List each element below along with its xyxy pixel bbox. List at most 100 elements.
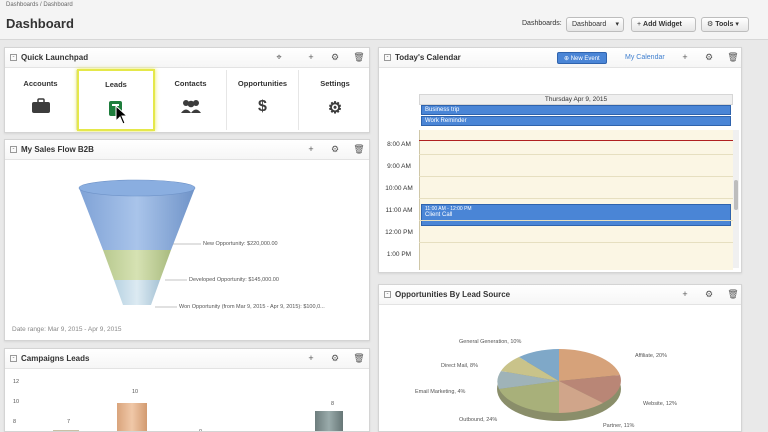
- add-widget-label: Add Widget: [643, 21, 682, 28]
- launchpad-accounts[interactable]: Accounts: [5, 70, 77, 130]
- my-calendar-link[interactable]: My Calendar: [619, 52, 671, 64]
- launchpad-opportunities[interactable]: Opportunities $: [227, 70, 299, 130]
- plus-icon: +: [637, 21, 642, 28]
- collapse-icon[interactable]: -: [10, 355, 17, 362]
- event-title: Client Call: [425, 212, 453, 218]
- funnel-top: [78, 179, 196, 197]
- day-header-label: Thursday Apr 9, 2015: [544, 96, 608, 103]
- calendar-event[interactable]: 11:00 AM - 12:00 PM Client Call: [421, 204, 731, 226]
- calendar-panel: - Today's Calendar ⊕ New Event My Calend…: [378, 47, 742, 273]
- plus-icon[interactable]: +: [679, 289, 691, 299]
- pie-label: Website, 12%: [643, 401, 677, 407]
- panel-title: My Sales Flow B2B: [21, 145, 94, 154]
- launchpad-settings[interactable]: Settings ⚙: [299, 70, 369, 130]
- collapse-icon[interactable]: -: [384, 291, 391, 298]
- bar-value-label: 10: [132, 389, 139, 395]
- trash-icon[interactable]: 🗑: [353, 52, 365, 63]
- date-range: Date range: Mar 9, 2015 - Apr 9, 2015: [12, 326, 122, 333]
- new-event-label: New Event: [570, 56, 600, 62]
- funnel-stage-new: [79, 188, 195, 250]
- funnel-label: Developed Opportunity: $145,000.00: [189, 277, 279, 283]
- now-line: [419, 140, 733, 141]
- plus-icon[interactable]: +: [679, 52, 691, 62]
- tools-button[interactable]: ⚙ Tools ▾: [701, 17, 749, 32]
- gears-icon: ⚙: [327, 100, 343, 117]
- panel-header: - Campaigns Leads + ⚙ 🗑: [5, 349, 369, 369]
- panel-header: - Today's Calendar ⊕ New Event My Calend…: [379, 48, 741, 68]
- panel-title: Campaigns Leads: [21, 354, 90, 363]
- y-tick: 10: [13, 399, 20, 405]
- hour-label: 12:00 PM: [385, 229, 413, 236]
- gear-icon[interactable]: ⚙: [703, 289, 715, 300]
- launchpad-label: Contacts: [174, 79, 207, 88]
- gear-icon[interactable]: ⚙: [329, 144, 341, 155]
- launchpad-label: Accounts: [23, 79, 58, 88]
- scrollbar-thumb[interactable]: [734, 180, 738, 210]
- dashboard-select[interactable]: Dashboard ▾: [566, 17, 624, 32]
- trash-icon[interactable]: 🗑: [353, 353, 365, 364]
- hour-line: [419, 176, 733, 177]
- plus-circle-icon: ⊕: [564, 56, 570, 62]
- plus-icon[interactable]: +: [305, 144, 317, 154]
- pie-label: Outbound, 24%: [459, 417, 498, 423]
- launchpad-label: Settings: [320, 79, 350, 88]
- bar: [315, 411, 343, 431]
- sales-flow-panel: - My Sales Flow B2B + ⚙ 🗑 New Opportunit…: [4, 139, 370, 341]
- lead-source-panel: - Opportunities By Lead Source + ⚙ 🗑 Gen…: [378, 284, 742, 432]
- gear-icon[interactable]: ⚙: [329, 52, 341, 63]
- gear-icon[interactable]: ⚙: [703, 52, 715, 63]
- lead-source-pie-chart: [497, 348, 621, 421]
- funnel-label: New Opportunity: $220,000.00: [203, 241, 278, 247]
- y-tick: 12: [13, 379, 20, 385]
- hour-label: 1:00 PM: [386, 251, 412, 258]
- panel-header: - Opportunities By Lead Source + ⚙ 🗑: [379, 285, 741, 305]
- funnel-stage-won: [114, 280, 160, 305]
- bar-value-label: 8: [331, 401, 335, 407]
- all-day-event[interactable]: Business trip: [421, 105, 731, 115]
- y-tick: 8: [13, 419, 17, 425]
- panel-title: Opportunities By Lead Source: [395, 290, 511, 299]
- calendar-grid: [419, 130, 733, 270]
- pie-label: Affiliate, 20%: [635, 353, 668, 359]
- collapse-icon[interactable]: -: [10, 54, 17, 61]
- trash-icon[interactable]: 🗑: [727, 52, 739, 63]
- bar: [117, 403, 147, 431]
- tools-label: Tools: [715, 21, 734, 28]
- launchpad-leads[interactable]: Leads: [77, 69, 155, 131]
- move-icon[interactable]: ⌖: [273, 52, 285, 63]
- panel-title: Today's Calendar: [395, 53, 461, 62]
- collapse-icon[interactable]: -: [384, 54, 391, 61]
- launchpad-label: Leads: [105, 80, 127, 89]
- dollar-icon: $: [258, 98, 267, 115]
- collapse-icon[interactable]: -: [10, 146, 17, 153]
- campaigns-leads-panel: - Campaigns Leads + ⚙ 🗑 12 10 8 7 10 0 8: [4, 348, 370, 432]
- all-day-event[interactable]: Work Reminder: [421, 116, 731, 126]
- pie-label: General Generation, 10%: [459, 339, 522, 345]
- launchpad-label: Opportunities: [237, 79, 288, 88]
- panel-header: - My Sales Flow B2B + ⚙ 🗑: [5, 140, 369, 160]
- hour-label: 8:00 AM: [387, 141, 411, 148]
- day-header: Thursday Apr 9, 2015: [419, 94, 733, 105]
- plus-icon[interactable]: +: [305, 353, 317, 363]
- hour-label: 9:00 AM: [387, 163, 411, 170]
- pie-label: Direct Mail, 8%: [441, 363, 478, 369]
- page-title: Dashboard: [6, 16, 74, 31]
- breadcrumb[interactable]: Dashboards / Dashboard: [6, 2, 73, 8]
- chevron-down-icon: ▾: [615, 21, 619, 28]
- launchpad-contacts[interactable]: Contacts: [155, 70, 227, 130]
- trash-icon[interactable]: 🗑: [727, 289, 739, 300]
- trash-icon[interactable]: 🗑: [353, 144, 365, 155]
- funnel-stage-developed: [103, 250, 171, 280]
- pie-label: Partner, 11%: [603, 423, 635, 429]
- dashboards-label: Dashboards:: [522, 20, 562, 27]
- gear-icon[interactable]: ⚙: [329, 353, 341, 364]
- add-widget-button[interactable]: + Add Widget: [631, 17, 696, 32]
- funnel-label: Won Opportunity (from Mar 9, 2015 - Apr …: [179, 304, 325, 310]
- new-event-button[interactable]: ⊕ New Event: [557, 52, 607, 64]
- bar-value-label: 7: [67, 419, 71, 425]
- hour-line: [419, 220, 733, 221]
- scrollbar[interactable]: [733, 130, 739, 268]
- cursor-icon: [115, 104, 129, 127]
- hour-line: [419, 242, 733, 243]
- plus-icon[interactable]: +: [305, 52, 317, 62]
